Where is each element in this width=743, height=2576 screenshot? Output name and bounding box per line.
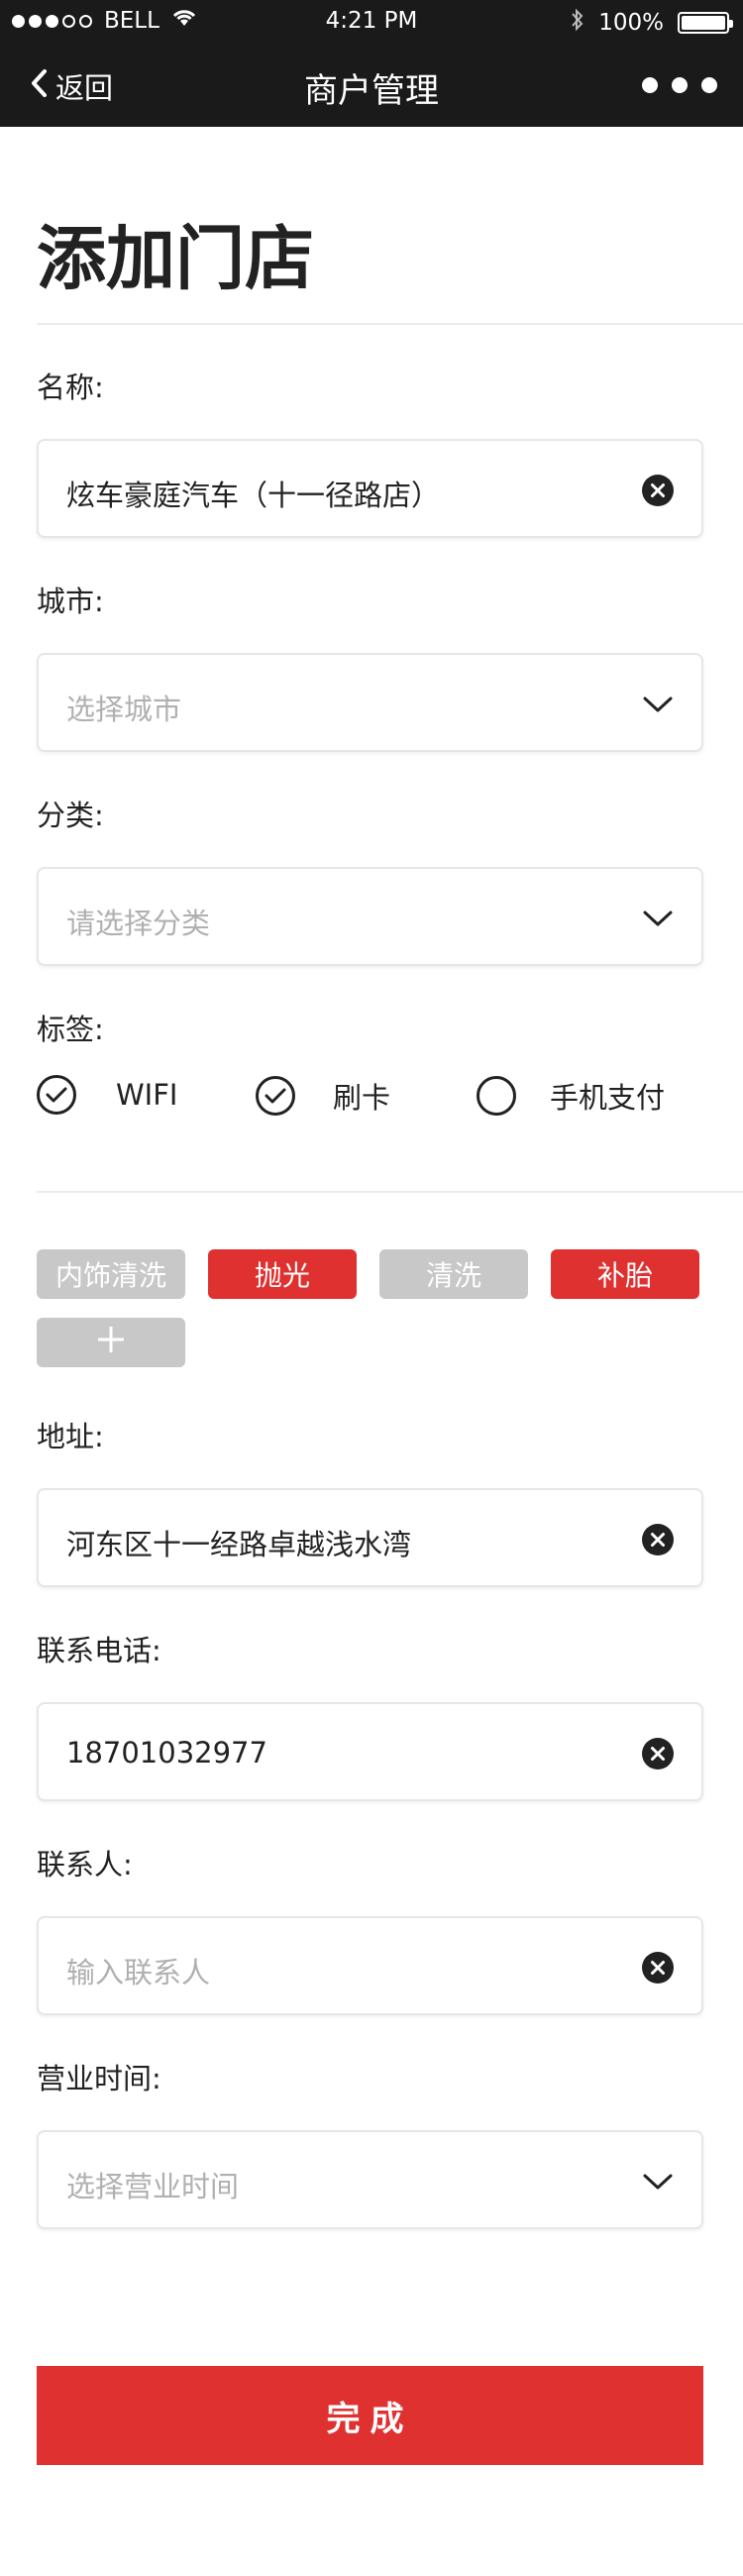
tag-chip[interactable]: 补胎 bbox=[551, 1249, 699, 1299]
city-placeholder: 选择城市 bbox=[66, 693, 182, 726]
tags-label: 标签: bbox=[37, 1013, 104, 1046]
plus-icon bbox=[96, 1325, 126, 1361]
category-label: 分类: bbox=[37, 799, 104, 832]
contact-field[interactable]: 输入联系人 bbox=[37, 1916, 703, 2015]
name-value: 炫车豪庭汽车（十一径路店） bbox=[66, 479, 441, 512]
check-icon bbox=[256, 1076, 295, 1116]
option-mobile-pay[interactable]: 手机支付 bbox=[477, 1075, 665, 1117]
name-field[interactable]: 炫车豪庭汽车（十一径路店） bbox=[37, 439, 703, 538]
city-label: 城市: bbox=[37, 585, 104, 618]
clear-icon[interactable] bbox=[642, 1524, 674, 1559]
hours-placeholder: 选择营业时间 bbox=[66, 2170, 240, 2203]
option-label: 刷卡 bbox=[333, 1081, 391, 1115]
status-right: 100% bbox=[571, 8, 733, 38]
address-field[interactable]: 河东区十一经路卓越浅水湾 bbox=[37, 1488, 703, 1587]
category-placeholder: 请选择分类 bbox=[66, 907, 211, 940]
clear-icon[interactable] bbox=[642, 1952, 674, 1987]
hours-select[interactable]: 选择营业时间 bbox=[37, 2130, 703, 2229]
contact-label: 联系人: bbox=[37, 1848, 133, 1881]
clear-icon[interactable] bbox=[642, 1738, 674, 1773]
contact-placeholder: 输入联系人 bbox=[66, 1956, 211, 1989]
chevron-down-icon bbox=[642, 2166, 674, 2201]
option-label: WIFI bbox=[116, 1078, 178, 1112]
nav-title: 商户管理 bbox=[304, 71, 439, 111]
submit-button[interactable]: 完成 bbox=[37, 2366, 703, 2465]
phone-label: 联系电话: bbox=[37, 1634, 161, 1667]
name-label: 名称: bbox=[37, 371, 104, 404]
battery-icon bbox=[678, 12, 733, 34]
bluetooth-icon bbox=[571, 8, 584, 38]
address-value: 河东区十一经路卓越浅水湾 bbox=[66, 1528, 412, 1561]
phone-field[interactable]: 18701032977 bbox=[37, 1702, 703, 1801]
phone-value: 18701032977 bbox=[66, 1736, 267, 1770]
unchecked-circle-icon bbox=[477, 1076, 516, 1116]
chevron-down-icon bbox=[642, 689, 674, 724]
option-label: 手机支付 bbox=[550, 1081, 666, 1115]
status-bar: BELL 4:21 PM 100% bbox=[0, 0, 743, 44]
option-checks: WIFI 刷卡 手机支付 bbox=[37, 1075, 703, 1125]
page-title: 添加门店 bbox=[37, 218, 314, 299]
clear-icon[interactable] bbox=[642, 475, 674, 510]
hours-label: 营业时间: bbox=[37, 2062, 161, 2095]
tag-chip[interactable]: 内饰清洗 bbox=[37, 1249, 185, 1299]
city-select[interactable]: 选择城市 bbox=[37, 653, 703, 752]
divider bbox=[37, 323, 743, 325]
check-icon bbox=[37, 1075, 76, 1115]
option-wifi[interactable]: WIFI bbox=[37, 1075, 177, 1115]
category-select[interactable]: 请选择分类 bbox=[37, 867, 703, 966]
battery-percent: 100% bbox=[598, 10, 664, 36]
tag-chip[interactable]: 清洗 bbox=[379, 1249, 528, 1299]
address-label: 地址: bbox=[37, 1420, 104, 1453]
option-card[interactable]: 刷卡 bbox=[256, 1075, 390, 1117]
chevron-down-icon bbox=[642, 903, 674, 938]
divider bbox=[37, 1191, 743, 1193]
add-tag-button[interactable] bbox=[37, 1318, 185, 1367]
nav-bar: 返回 商户管理 bbox=[0, 44, 743, 127]
tag-chip[interactable]: 抛光 bbox=[208, 1249, 357, 1299]
more-dots-icon[interactable] bbox=[642, 77, 717, 93]
